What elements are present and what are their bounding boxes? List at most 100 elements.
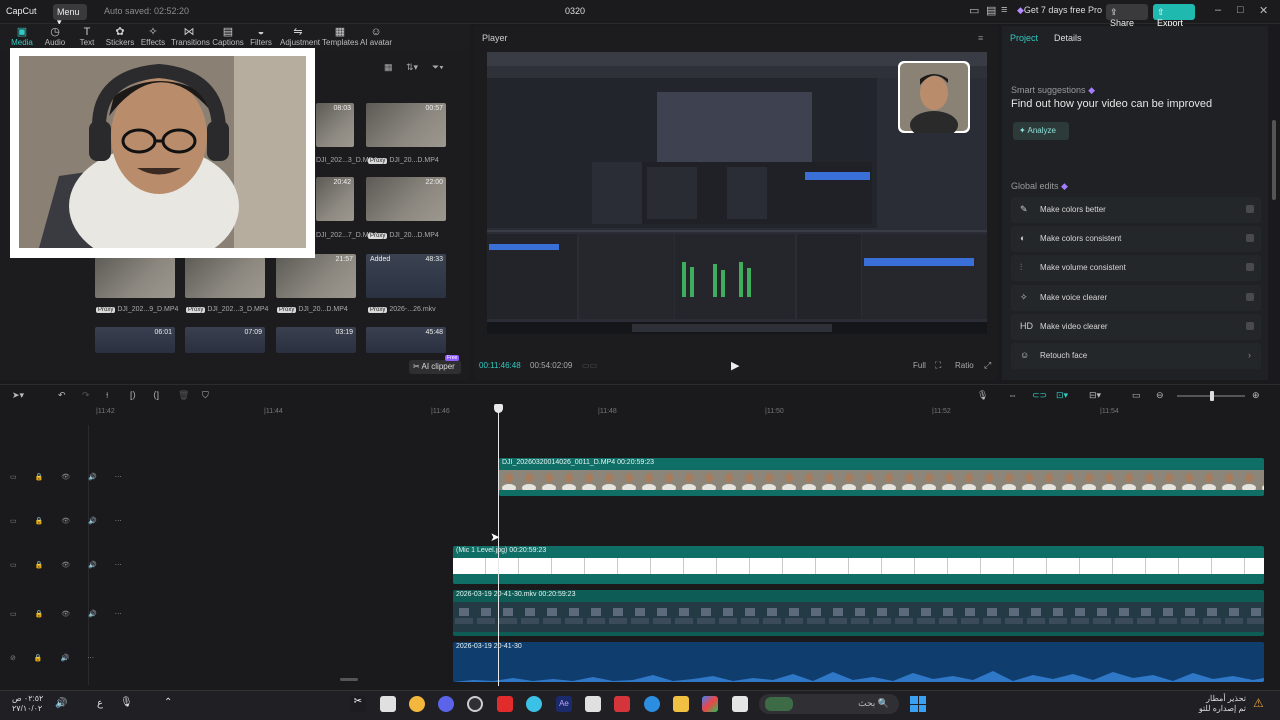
global-edit-video-clearer[interactable]: HD Make video clearer [1011, 314, 1261, 340]
export-button[interactable]: ⇧ Export [1153, 4, 1195, 28]
taskbar-clock[interactable]: ٠٢:٥٢ ص ٢٧/١٠/٠٢ [12, 694, 43, 714]
file-explorer-icon[interactable] [673, 696, 689, 712]
timeline-scrollbar[interactable] [340, 678, 358, 681]
microphone-icon[interactable]: 🎙 [977, 390, 988, 401]
caption-track-icon[interactable]: ▭ [1132, 390, 1141, 401]
media-thumb[interactable]: 03:19 [276, 327, 356, 353]
media-thumb[interactable]: Added 48:33 [366, 254, 446, 298]
media-thumb[interactable]: 06:01 [95, 327, 175, 353]
grid-view-icon[interactable]: ▦ [384, 62, 393, 73]
magnet-icon[interactable]: ⊂⊃ [1032, 390, 1047, 401]
image-clip[interactable]: (Mic 1 Level.jpg) 00:20:59:23 [453, 546, 1264, 584]
tool-captions[interactable]: ▤ Captions [210, 26, 246, 47]
pro-trial-button[interactable]: ◆Get 7 days free Pro [1017, 5, 1102, 16]
youtube-icon[interactable] [497, 696, 513, 712]
sort-icon[interactable]: ⇅▾ [406, 62, 418, 73]
chrome-icon[interactable] [409, 696, 425, 712]
track-controls[interactable]: ▭ 🔒 👁 🔊 ⋯ [10, 517, 130, 525]
copilot-icon[interactable] [702, 696, 718, 712]
tool-media[interactable]: ▣ Media [4, 26, 40, 47]
redo-icon[interactable]: ↷ [82, 390, 90, 401]
preview-axis-icon[interactable]: ⊟▾ [1089, 390, 1101, 401]
tab-project[interactable]: Project [1010, 33, 1038, 43]
panel-icon[interactable]: ▤ [986, 4, 996, 17]
fullscreen-quality-icon[interactable]: Full [913, 361, 926, 370]
track-controls[interactable]: ▭ 🔒 👁 🔊 ⋯ [10, 473, 130, 481]
analyze-button[interactable]: ✦ Analyze [1013, 122, 1069, 140]
tray-chevron-icon[interactable]: ⌃ [164, 697, 172, 708]
global-edit-voice-clearer[interactable]: ✧ Make voice clearer [1011, 285, 1261, 311]
obs-icon[interactable] [467, 696, 483, 712]
app-taskbar-icon[interactable] [614, 696, 630, 712]
track-controls[interactable]: ▭ 🔒 👁 🔊 ⋯ [10, 561, 130, 569]
link-icon[interactable]: ⇔ [1008, 390, 1017, 400]
media-thumb[interactable]: 20:42 [316, 177, 354, 221]
list-icon[interactable]: ≡ [1001, 4, 1007, 16]
language-indicator[interactable]: ع [97, 698, 103, 709]
right-panel-scrollbar[interactable] [1272, 120, 1276, 200]
global-edit-colors-better[interactable]: ✎ Make colors better [1011, 197, 1261, 223]
undo-icon[interactable]: ↶ [58, 390, 66, 401]
media-thumb[interactable]: 00:57 [366, 103, 446, 147]
media-thumb[interactable]: 22:00 [366, 177, 446, 221]
tool-text[interactable]: T Text [69, 26, 105, 47]
layout-icon[interactable]: ▭ [969, 4, 979, 17]
close-icon[interactable]: ✕ [1259, 4, 1268, 17]
warning-icon[interactable]: ⚠ [1253, 696, 1264, 710]
mic-icon[interactable]: 🎙 [120, 697, 133, 708]
toggle-switch[interactable] [1246, 205, 1254, 213]
trim-left-icon[interactable]: [⟩ [130, 390, 136, 401]
media-thumb[interactable]: 07:09 [185, 327, 265, 353]
audio-clip[interactable]: 2026-03-19 20-41-30 [453, 642, 1264, 682]
cursor-icon[interactable]: ➤▾ [12, 390, 24, 401]
windows-start-icon[interactable] [910, 696, 926, 712]
media-thumb[interactable]: 08:03 [316, 103, 354, 147]
expand-icon[interactable]: ⤢ [984, 360, 991, 371]
shield-icon[interactable]: ⛉ [202, 390, 209, 401]
tool-adjustment[interactable]: ⇋ Adjustment [280, 26, 320, 47]
maximize-icon[interactable]: □ [1237, 4, 1244, 16]
share-button[interactable]: ⇪ Share [1106, 4, 1148, 28]
capcut-taskbar-icon[interactable]: ✂ [350, 696, 366, 712]
toggle-switch[interactable] [1246, 293, 1254, 301]
media-thumb[interactable]: 21:57 [276, 254, 356, 298]
delete-icon[interactable]: 🗑 [178, 390, 189, 401]
track-controls[interactable]: ⊘ 🔒 🔊 ⋯ [10, 654, 102, 662]
zoom-in-icon[interactable]: ⊕ [1252, 390, 1260, 401]
tool-stickers[interactable]: ✿ Stickers [102, 26, 138, 47]
media-thumb[interactable] [185, 254, 265, 298]
crop-icon[interactable]: ⛶ [935, 360, 941, 371]
capcut-alt-icon[interactable] [585, 696, 601, 712]
video-clip[interactable]: DJI_20260320014026_0011_D.MP4 00:20:59:2… [499, 458, 1264, 496]
global-edit-volume-consistent[interactable]: ⫶ Make volume consistent [1011, 255, 1261, 281]
split-icon[interactable]: ⟊ [106, 390, 108, 401]
media-thumb[interactable]: 45:48 [366, 327, 446, 353]
weather-notice[interactable]: تحذير أمطار تم إصداره للتو [1196, 694, 1246, 714]
tool-templates[interactable]: ▦ Templates [322, 26, 358, 47]
play-icon[interactable]: ▶ [731, 359, 739, 372]
after-effects-icon[interactable]: Ae [556, 696, 572, 712]
trim-right-icon[interactable]: ⟨] [153, 390, 159, 401]
tool-audio[interactable]: ◷ Audio [37, 26, 73, 47]
playhead-handle[interactable] [494, 404, 503, 413]
menu-button[interactable]: Menu ▾ [53, 4, 87, 27]
media-thumb[interactable] [95, 254, 175, 298]
global-edit-colors-consistent[interactable]: ◐ Make colors consistent [1011, 226, 1261, 252]
discord-icon[interactable] [438, 696, 454, 712]
toggle-switch[interactable] [1246, 234, 1254, 242]
ai-clipper-button[interactable]: ✂ AI clipper [409, 360, 461, 374]
app-taskbar-icon[interactable] [380, 696, 396, 712]
player-menu-icon[interactable]: ≡ [978, 33, 983, 43]
zoom-slider-handle[interactable] [1210, 391, 1214, 401]
app-taskbar-icon[interactable] [732, 696, 748, 712]
screen-clip[interactable]: 2026-03-19 20-41-30.mkv 00:20:59:23 [453, 590, 1264, 636]
tool-filters[interactable]: ◒ Filters [243, 26, 279, 47]
minimize-icon[interactable]: – [1215, 4, 1221, 16]
timecode-toggle-icon[interactable]: ▭▭ [582, 361, 597, 370]
zoom-out-icon[interactable]: ⊖ [1156, 390, 1164, 401]
snap-icon[interactable]: ⊡▾ [1056, 390, 1068, 401]
filter-icon[interactable]: ⏷▾ [432, 62, 444, 73]
tab-details[interactable]: Details [1054, 33, 1082, 43]
global-edit-retouch-face[interactable]: ☺ Retouch face › [1011, 343, 1261, 369]
track-controls[interactable]: ▭ 🔒 👁 🔊 ⋯ [10, 610, 130, 618]
